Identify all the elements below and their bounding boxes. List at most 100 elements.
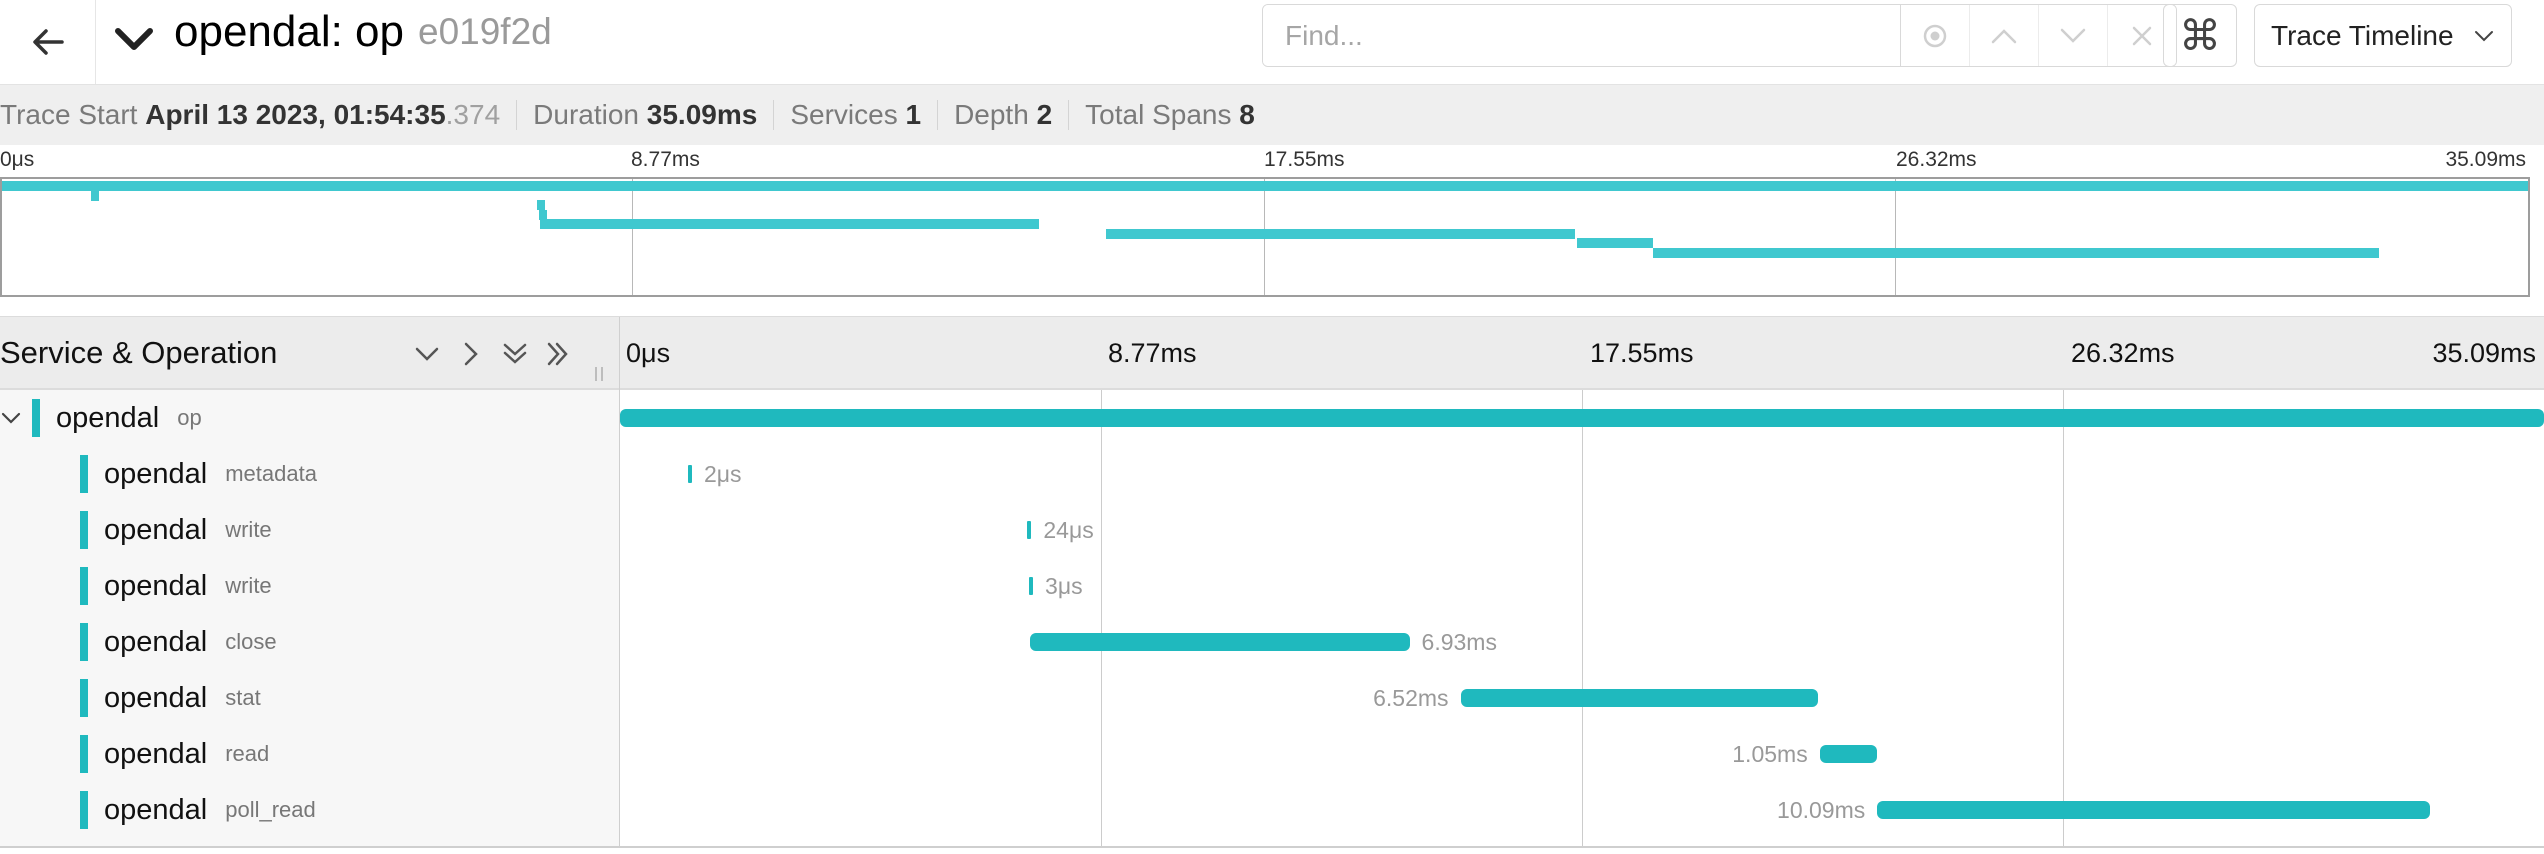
chevron-down-icon [2475,30,2493,41]
span-name-cell[interactable]: opendal op [0,390,202,446]
span-bar[interactable] [620,409,2544,427]
service-color-marker [80,567,88,605]
minimap-canvas[interactable] [0,177,2530,297]
span-name-cell[interactable]: opendal poll_read [80,782,316,838]
rows-bottom-border [0,846,2544,848]
minimap-span-bar [536,200,545,210]
span-name-cell[interactable]: opendal stat [80,670,261,726]
total-spans-value: 8 [1239,99,1255,130]
timeline-tick: 35.09ms [2432,337,2536,368]
double-chevron-right-icon [547,342,568,366]
chevron-down-icon[interactable] [0,410,22,426]
timeline-grid-line [2063,390,2064,846]
minimap-span-bar [91,190,100,201]
close-icon [2132,26,2152,45]
trace-header: opendal: op e019f2d ⌘ [0,0,2544,84]
services-label: Services [790,99,898,130]
timeline-tick: 0μs [626,337,671,368]
span-bar[interactable] [1029,577,1034,595]
find-input[interactable] [1263,5,1901,66]
service-color-marker [32,399,40,437]
span-bar[interactable] [1029,633,1410,651]
timeline-grid-line [1101,390,1102,846]
service-color-marker [80,735,88,773]
span-duration-label: 6.52ms [1373,685,1449,711]
command-key-icon: ⌘ [2179,12,2221,59]
span-duration-label: 6.93ms [1421,629,1497,655]
span-bar[interactable] [1819,745,1878,763]
chevron-up-icon [1991,28,2017,43]
previous-match-button[interactable] [1969,5,2038,66]
collapse-header-button[interactable] [110,14,158,64]
back-button[interactable] [0,0,96,84]
span-duration-label: 3μs [1045,573,1083,599]
operation-name: write [225,573,272,598]
span-name-cell[interactable]: opendal close [80,614,277,670]
keyboard-shortcuts-button[interactable]: ⌘ [2163,4,2237,67]
minimap-grid-line [632,179,633,295]
service-name: opendal [56,401,160,434]
minimap-span-bar [539,219,1039,229]
trace-summary-bar: Trace Start April 13 2023, 01:54:35.374 … [0,84,2544,145]
service-color-marker [80,791,88,829]
minimap-span-bar [1577,238,1653,248]
minimap-tick: 26.32ms [1896,148,1977,171]
column-divider [619,317,620,391]
column-resizer-handle[interactable] [592,365,606,383]
chevron-down-icon [415,347,439,361]
chevron-right-icon [464,342,478,366]
span-bar[interactable] [1027,521,1032,539]
minimap-tick: 0μs [0,148,35,171]
find-box [1262,4,2177,67]
trace-start: Trace Start April 13 2023, 01:54:35.374 [0,99,516,131]
total-spans-label: Total Spans [1085,99,1232,130]
trace-id: e019f2d [418,11,552,52]
minimap-grid-line [1895,179,1896,295]
depth-value: 2 [1036,99,1053,130]
operation-name: write [225,517,272,542]
span-bar[interactable] [1460,689,1819,707]
next-match-button[interactable] [2038,5,2107,66]
expand-one-button[interactable] [454,337,488,371]
timeline-tick: 26.32ms [2071,337,2175,368]
operation-name: metadata [225,461,317,486]
span-bar[interactable] [687,465,692,483]
collapse-all-button[interactable] [498,337,532,371]
divider [773,100,775,130]
duration: Duration 35.09ms [533,99,773,131]
span-rows: opendal op opendal metadata 2μs opendal write 2… [0,390,2544,854]
minimap-span-bar [1652,247,2379,258]
collapse-one-button[interactable] [410,337,444,371]
span-name-cell[interactable]: opendal write [80,558,272,614]
divider [1068,100,1070,130]
trace-start-ms: .374 [445,99,501,130]
view-select-value: Trace Timeline [2271,19,2454,51]
span-name-cell[interactable]: opendal metadata [80,446,317,502]
service-name: opendal [104,457,208,490]
span-name-cell[interactable]: opendal read [80,726,269,782]
services: Services 1 [790,99,937,131]
operation-name: poll_read [225,797,316,822]
expand-all-button[interactable] [541,337,575,371]
service-color-marker [80,511,88,549]
trace-title: opendal: op e019f2d [174,0,552,64]
operation-name: read [225,741,270,766]
chevron-down-icon [2060,28,2086,43]
depth: Depth 2 [954,99,1068,131]
span-bar[interactable] [1877,801,2431,819]
service-color-marker [80,455,88,493]
focus-matches-button[interactable] [1901,5,1969,66]
minimap-tick: 8.77ms [631,148,700,171]
total-spans: Total Spans 8 [1085,99,1271,131]
trace-start-label: Trace Start [0,99,138,130]
duration-label: Duration [533,99,639,130]
view-select[interactable]: Trace Timeline [2254,4,2512,67]
span-duration-label: 10.09ms [1777,797,1866,823]
divider [516,100,518,130]
minimap-span-bar [2,181,2528,191]
span-name-cell[interactable]: opendal write [80,502,272,558]
duration-value: 35.09ms [646,99,758,130]
operation-name: op [177,405,202,430]
timeline-header: Service & Operation 0μs 8.77ms 17.55ms 2… [0,316,2544,391]
service-color-marker [80,679,88,717]
